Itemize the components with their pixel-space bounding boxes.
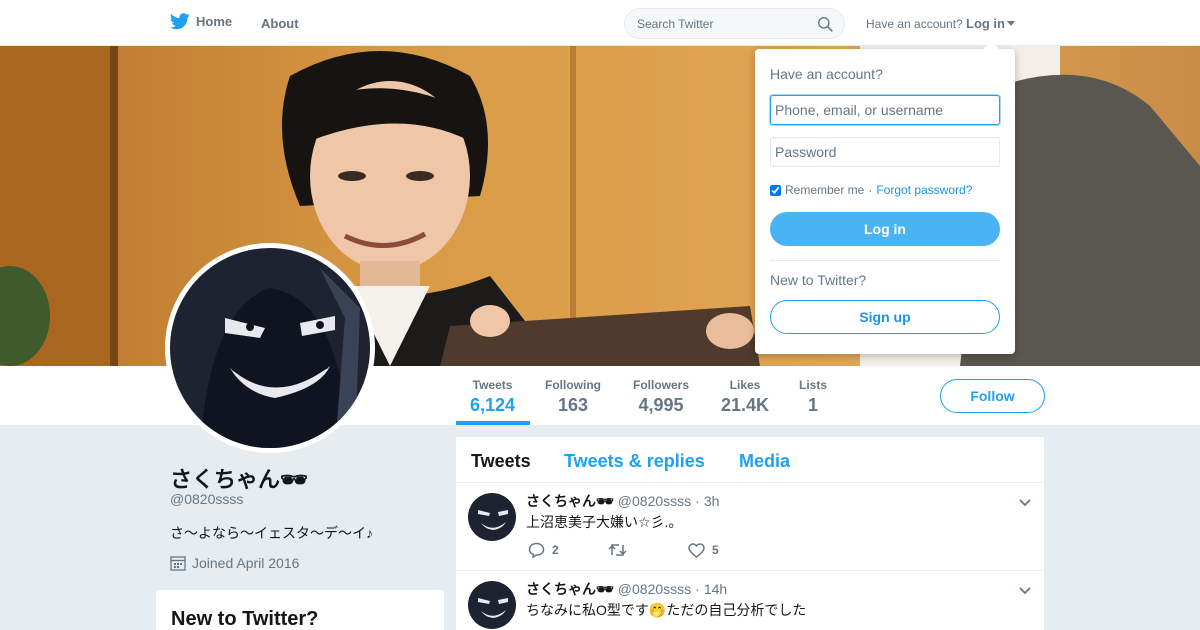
profile-bio: さ〜よなら〜イェスタ〜デ〜イ♪	[170, 525, 373, 541]
remember-me-row: Remember me · Forgot password?	[770, 183, 972, 197]
tweet-author-handle[interactable]: @0820ssss	[618, 581, 691, 597]
password-field[interactable]	[770, 137, 1000, 167]
stat-value: 6,124	[470, 395, 516, 415]
tab-tweets[interactable]: Tweets	[471, 451, 531, 472]
stat-followers[interactable]: Followers 4,995	[633, 378, 689, 416]
search-input[interactable]	[625, 9, 805, 38]
profile-handle[interactable]: @0820ssss	[170, 491, 243, 507]
follow-button[interactable]: Follow	[940, 379, 1045, 413]
joined-text: Joined April 2016	[192, 555, 300, 571]
tab-media[interactable]: Media	[739, 451, 790, 472]
like-action[interactable]: 5	[688, 542, 768, 558]
stat-lists[interactable]: Lists 1	[799, 378, 827, 416]
tweet-avatar[interactable]	[468, 493, 516, 541]
tweet-item[interactable]: さくちゃん🕶 @0820ssss · 14h ちなみに私O型です🤭ただの自己分析…	[456, 571, 1044, 630]
profile-avatar[interactable]	[165, 243, 375, 453]
tweet-author-name[interactable]: さくちゃん🕶	[526, 491, 614, 511]
stat-label: Following	[545, 378, 601, 392]
tab-tweets-replies[interactable]: Tweets & replies	[564, 451, 705, 472]
username-field[interactable]	[770, 95, 1000, 125]
profile-joined: Joined April 2016	[170, 555, 299, 571]
top-navigation: Home About Have an account? Log in	[0, 0, 1200, 46]
login-link-label: Log in	[966, 16, 1005, 31]
tweet-avatar[interactable]	[468, 581, 516, 629]
timeline: Tweets Tweets & replies Media さくちゃん🕶 @08…	[456, 437, 1044, 630]
caret-down-icon	[1007, 21, 1015, 26]
heart-icon	[688, 542, 705, 558]
reply-icon	[528, 542, 545, 558]
login-dropdown-toggle[interactable]: Log in	[966, 16, 1015, 31]
remember-separator: ·	[868, 183, 873, 197]
tweet-text: 上沼恵美子大嫌い☆彡.。	[526, 514, 683, 530]
stat-value: 1	[808, 395, 819, 415]
new-to-twitter-box: New to Twitter?	[156, 590, 444, 630]
tweet-author-name[interactable]: さくちゃん🕶	[526, 579, 614, 599]
search-icon[interactable]	[817, 16, 834, 33]
tweet-separator: ·	[695, 581, 700, 597]
tweet-separator: ·	[695, 493, 700, 509]
tweet-actions: 2 5	[528, 542, 768, 558]
chevron-down-icon[interactable]	[1018, 495, 1032, 509]
tweet-time[interactable]: 3h	[704, 493, 720, 509]
stat-value: 21.4K	[721, 395, 770, 415]
dropdown-divider	[770, 260, 1000, 261]
tweet-time[interactable]: 14h	[704, 581, 727, 597]
dropdown-arrow	[983, 41, 999, 49]
twitter-bird-icon	[170, 13, 190, 30]
forgot-password-link[interactable]: Forgot password?	[876, 183, 972, 197]
stat-likes[interactable]: Likes 21.4K	[721, 378, 769, 416]
new-to-twitter-title: New to Twitter?	[171, 608, 319, 630]
nav-home-link[interactable]: Home	[170, 13, 232, 30]
have-account-text: Have an account?	[866, 17, 963, 31]
login-dropdown-title: Have an account?	[770, 66, 883, 82]
remember-me-checkbox[interactable]	[770, 184, 781, 196]
nav-about-link[interactable]: About	[261, 16, 299, 31]
stat-following[interactable]: Following 163	[545, 378, 601, 416]
remember-me-label[interactable]: Remember me	[785, 183, 864, 197]
nav-home-label: Home	[196, 14, 233, 29]
profile-name: さくちゃん🕶	[170, 467, 308, 492]
stat-label: Likes	[729, 378, 761, 392]
search-box	[624, 8, 845, 39]
reply-action[interactable]: 2	[528, 542, 608, 558]
retweet-icon	[608, 544, 627, 556]
new-to-twitter-label: New to Twitter?	[770, 272, 867, 288]
signup-button[interactable]: Sign up	[770, 300, 1000, 334]
calendar-icon	[170, 556, 186, 571]
stat-value: 163	[557, 395, 589, 415]
stat-value: 4,995	[638, 395, 684, 415]
tweet-header: さくちゃん🕶 @0820ssss · 3h	[526, 491, 719, 511]
like-count: 5	[712, 543, 719, 557]
tweet-text: ちなみに私O型です🤭ただの自己分析でした	[526, 602, 807, 618]
login-button[interactable]: Log in	[770, 212, 1000, 246]
stat-label: Lists	[799, 378, 828, 392]
chevron-down-icon[interactable]	[1018, 583, 1032, 597]
retweet-action[interactable]	[608, 542, 688, 558]
tweet-author-handle[interactable]: @0820ssss	[618, 493, 691, 509]
stat-tweets[interactable]: Tweets 6,124	[470, 378, 515, 416]
timeline-tabs: Tweets Tweets & replies Media	[456, 437, 1044, 483]
tweet-item[interactable]: さくちゃん🕶 @0820ssss · 3h 上沼恵美子大嫌い☆彡.。 2 5	[456, 483, 1044, 571]
tweet-header: さくちゃん🕶 @0820ssss · 14h	[526, 579, 727, 599]
login-dropdown: Have an account? Remember me · Forgot pa…	[755, 41, 1015, 354]
reply-count: 2	[552, 543, 559, 557]
stat-label: Followers	[633, 378, 690, 392]
active-stat-underline	[456, 421, 530, 425]
stat-label: Tweets	[472, 378, 513, 392]
